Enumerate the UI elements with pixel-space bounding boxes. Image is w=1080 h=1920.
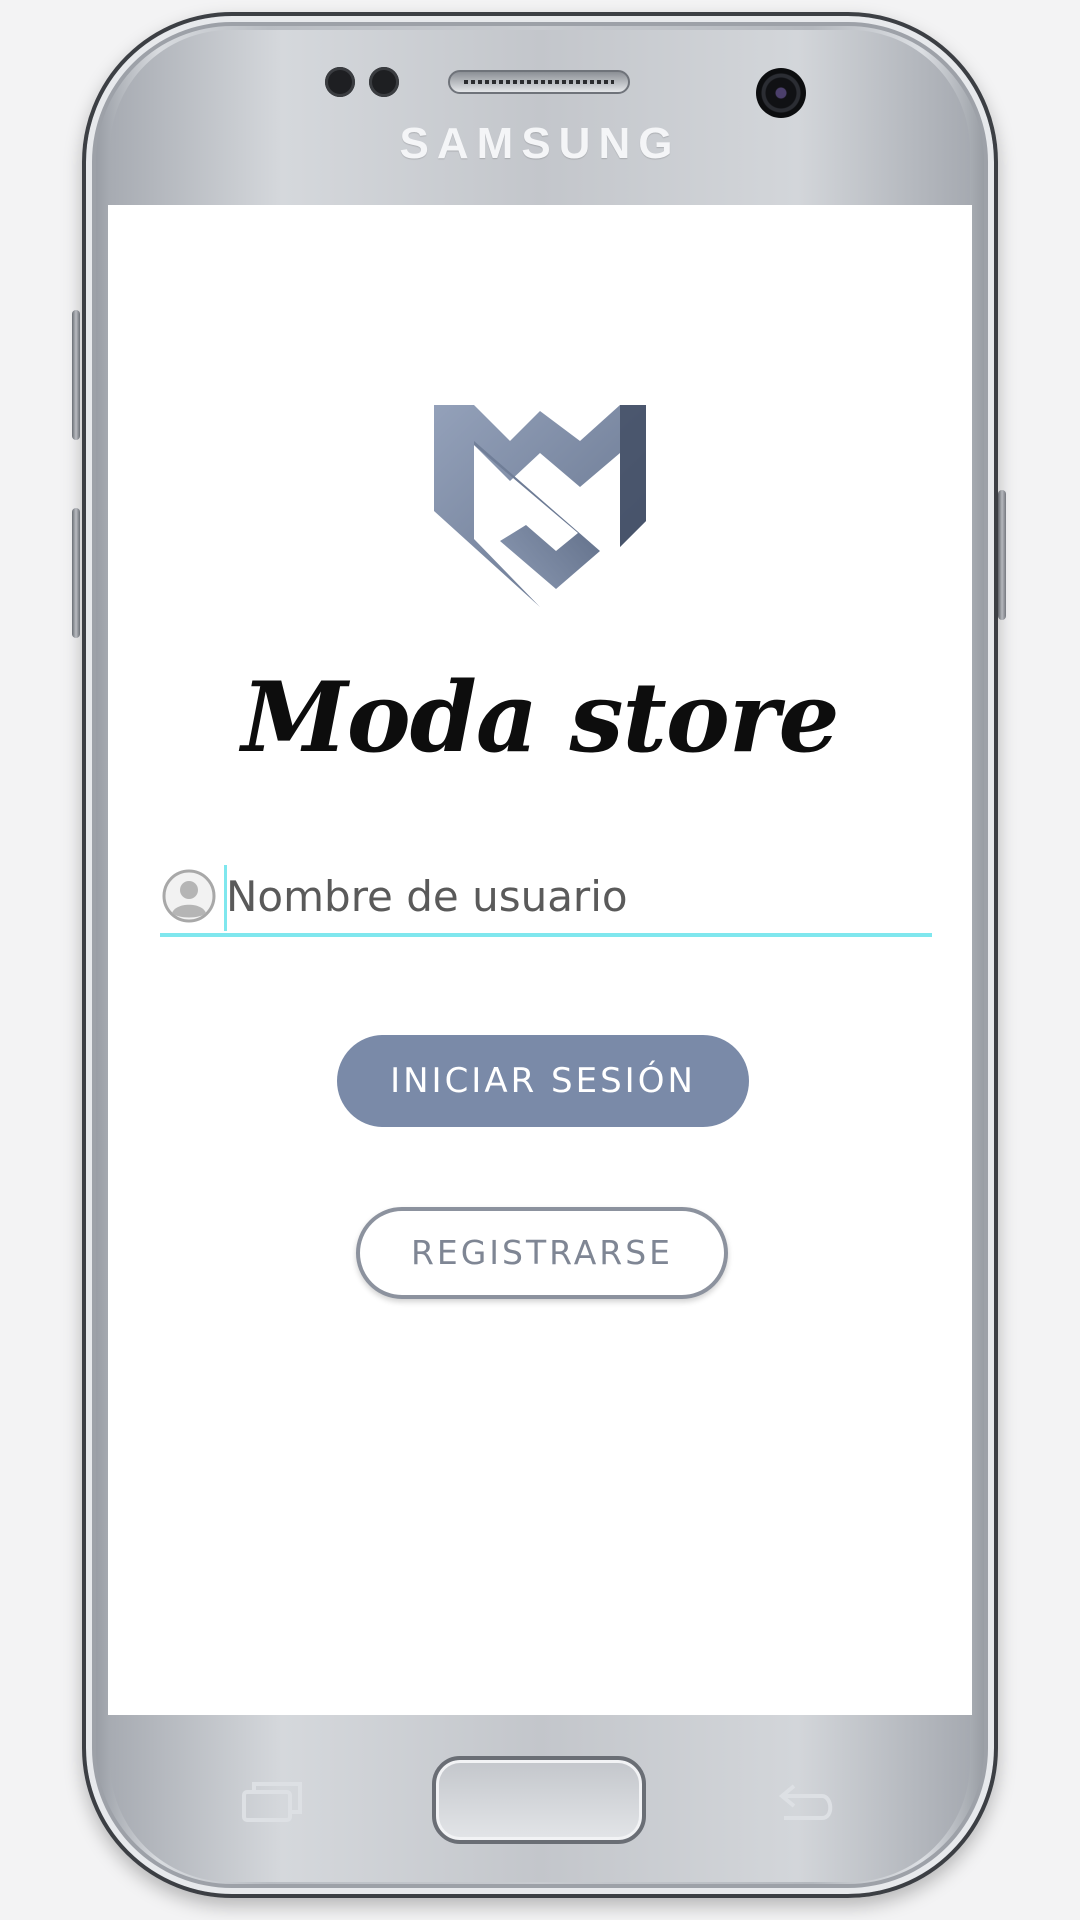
earpiece-speaker — [448, 70, 630, 94]
app-screen: Moda store INICIAR SESIÓN REGISTRARSE — [108, 205, 972, 1715]
brand-label: SAMSUNG — [399, 119, 681, 168]
power-key — [998, 490, 1006, 620]
username-field[interactable] — [160, 861, 932, 937]
user-avatar-icon — [162, 869, 216, 923]
top-bezel — [110, 30, 970, 206]
device-frame: SAMSUNG Moda store Nombre de usuario INI… — [0, 0, 1080, 1920]
register-button[interactable]: REGISTRARSE — [356, 1207, 728, 1299]
recents-icon[interactable] — [240, 1780, 304, 1824]
proximity-sensor — [325, 67, 355, 97]
light-sensor — [369, 67, 399, 97]
login-button[interactable]: INICIAR SESIÓN — [337, 1035, 749, 1127]
username-input[interactable] — [226, 861, 926, 931]
ms-monogram-logo — [434, 405, 646, 607]
back-icon[interactable] — [776, 1780, 838, 1824]
volume-down-key — [72, 508, 80, 638]
front-camera — [756, 68, 806, 118]
home-key[interactable] — [432, 1756, 646, 1844]
volume-up-key — [72, 310, 80, 440]
app-title: Moda store — [241, 661, 839, 774]
